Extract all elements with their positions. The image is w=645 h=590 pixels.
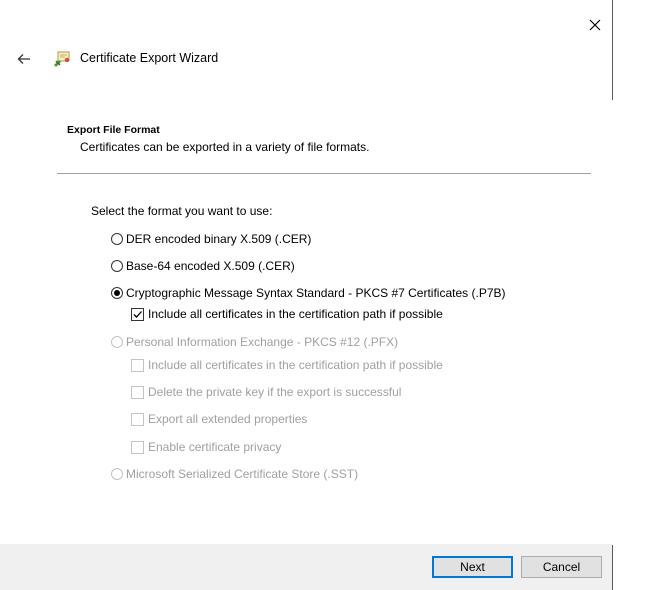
radio-label: DER encoded binary X.509 (.CER) xyxy=(126,232,312,246)
radio-der-cer[interactable]: DER encoded binary X.509 (.CER) xyxy=(111,232,311,246)
checkbox-label: Enable certificate privacy xyxy=(148,440,282,454)
radio-pkcs7-p7b[interactable]: Cryptographic Message Syntax Standard - … xyxy=(111,286,506,300)
certificate-export-dialog: Certificate Export Wizard Export File Fo… xyxy=(0,0,612,590)
radio-pkcs12-pfx[interactable]: Personal Information Exchange - PKCS #12… xyxy=(111,335,398,349)
certificate-wizard-icon xyxy=(54,51,70,67)
checkbox-pfx-delete-key[interactable]: Delete the private key if the export is … xyxy=(131,385,401,399)
checkbox-pfx-privacy[interactable]: Enable certificate privacy xyxy=(131,440,281,454)
dialog-footer: Next Cancel xyxy=(0,544,612,590)
checkbox[interactable] xyxy=(131,385,144,399)
close-icon xyxy=(589,19,601,31)
checkbox-label: Delete the private key if the export is … xyxy=(148,385,402,399)
radio-label: Microsoft Serialized Certificate Store (… xyxy=(126,467,359,481)
back-button[interactable] xyxy=(14,49,34,69)
next-button[interactable]: Next xyxy=(432,556,513,578)
radio-label: Base-64 encoded X.509 (.CER) xyxy=(126,259,295,273)
radio-label: Cryptographic Message Syntax Standard - … xyxy=(126,286,506,300)
checkbox[interactable] xyxy=(131,440,144,454)
radio-button[interactable] xyxy=(111,336,123,348)
radio-base64-cer[interactable]: Base-64 encoded X.509 (.CER) xyxy=(111,259,295,273)
checkmark-icon xyxy=(133,310,142,318)
section-description: Certificates can be exported in a variet… xyxy=(80,140,370,154)
checkbox[interactable] xyxy=(131,412,144,426)
wizard-title: Certificate Export Wizard xyxy=(80,51,219,65)
checkbox-pfx-export-ext[interactable]: Export all extended properties xyxy=(131,412,307,426)
checkbox-label: Export all extended properties xyxy=(148,412,308,426)
format-prompt: Select the format you want to use: xyxy=(91,204,273,218)
checkbox-label: Include all certificates in the certific… xyxy=(148,307,443,321)
back-arrow-icon xyxy=(17,54,30,64)
radio-button[interactable] xyxy=(111,260,123,272)
checkbox[interactable] xyxy=(131,358,144,372)
checkbox[interactable] xyxy=(131,307,144,321)
section-heading: Export File Format xyxy=(67,124,160,136)
radio-button[interactable] xyxy=(111,287,123,299)
radio-label: Personal Information Exchange - PKCS #12… xyxy=(126,335,399,349)
checkbox-label: Include all certificates in the certific… xyxy=(148,358,443,372)
cancel-button[interactable]: Cancel xyxy=(521,556,602,578)
radio-sst[interactable]: Microsoft Serialized Certificate Store (… xyxy=(111,467,358,481)
checkbox-pfx-include-path[interactable]: Include all certificates in the certific… xyxy=(131,358,443,372)
radio-button[interactable] xyxy=(111,468,123,480)
window-edge xyxy=(612,0,613,100)
close-button[interactable] xyxy=(584,14,606,36)
header-divider xyxy=(57,173,591,174)
checkbox-p7b-include-path[interactable]: Include all certificates in the certific… xyxy=(131,307,443,321)
window-edge xyxy=(612,545,613,590)
radio-button[interactable] xyxy=(111,233,123,245)
